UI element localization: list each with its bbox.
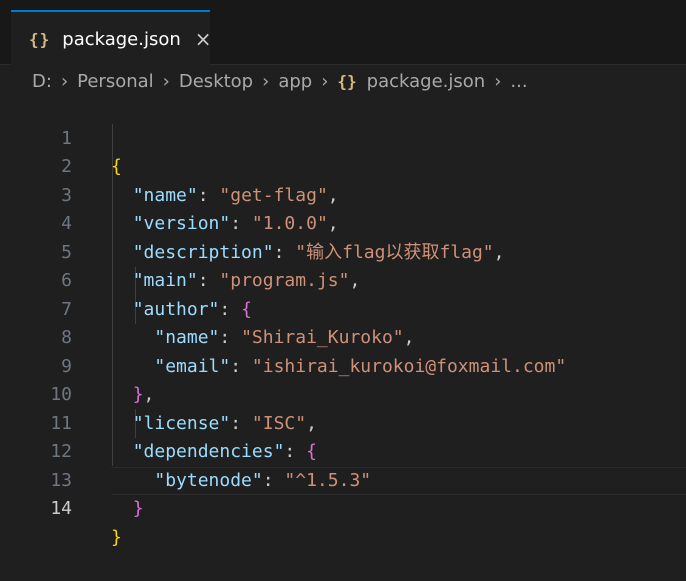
chevron-right-icon: › [321, 70, 329, 92]
chevron-right-icon: › [494, 70, 502, 92]
code-line: 1 { [0, 96, 686, 178]
code-line: 9 }, [0, 324, 686, 406]
json-file-icon: {} [29, 29, 51, 49]
code-line: 13 } [0, 438, 686, 520]
close-brace: } [132, 498, 144, 519]
code-line-current: 14 } [0, 466, 686, 548]
code-line: 10 "license": "ISC", [0, 353, 686, 434]
code-line: 5 "main": "program.js", [0, 210, 686, 292]
code-editor[interactable]: 1 { 2 "name": "get-flag", 3 "version": "… [0, 96, 686, 548]
close-brace: } [111, 526, 122, 548]
code-line: 7 "name": "Shirai_Kuroko", [0, 267, 686, 349]
code-line: 2 "name": "get-flag", [0, 125, 686, 206]
json-file-icon: {} [337, 71, 357, 91]
tab-package-json[interactable]: {} package.json × [11, 10, 212, 66]
breadcrumb-item-file[interactable]: package.json [367, 71, 486, 92]
breadcrumb-item-personal[interactable]: Personal [77, 71, 154, 92]
code-line: 3 "version": "1.0.0", [0, 153, 686, 235]
breadcrumb-item-drive[interactable]: D: [32, 71, 52, 92]
chevron-right-icon: › [162, 70, 170, 92]
tab-label: package.json [62, 28, 181, 50]
code-line: 8 "email": "ishirai_kurokoi@foxmail.com" [0, 296, 686, 377]
breadcrumb: D: › Personal › Desktop › app › {} packa… [32, 67, 528, 95]
line-number-active: 14 [50, 498, 72, 519]
code-line: 4 "description": "输入flag以获取flag", [0, 182, 686, 263]
breadcrumb-item-app[interactable]: app [278, 71, 312, 92]
code-line: 6 "author": { [0, 239, 686, 320]
chevron-right-icon: › [262, 70, 270, 92]
tab-bar: {} package.json × [0, 0, 686, 66]
breadcrumb-item-desktop[interactable]: Desktop [179, 71, 253, 92]
code-line: 11 "dependencies": { [0, 381, 686, 463]
chevron-right-icon: › [60, 70, 69, 92]
breadcrumb-more[interactable]: ... [510, 71, 527, 92]
close-icon[interactable]: × [195, 29, 212, 49]
code-line: 12 "bytenode": "^1.5.3" [0, 410, 686, 491]
